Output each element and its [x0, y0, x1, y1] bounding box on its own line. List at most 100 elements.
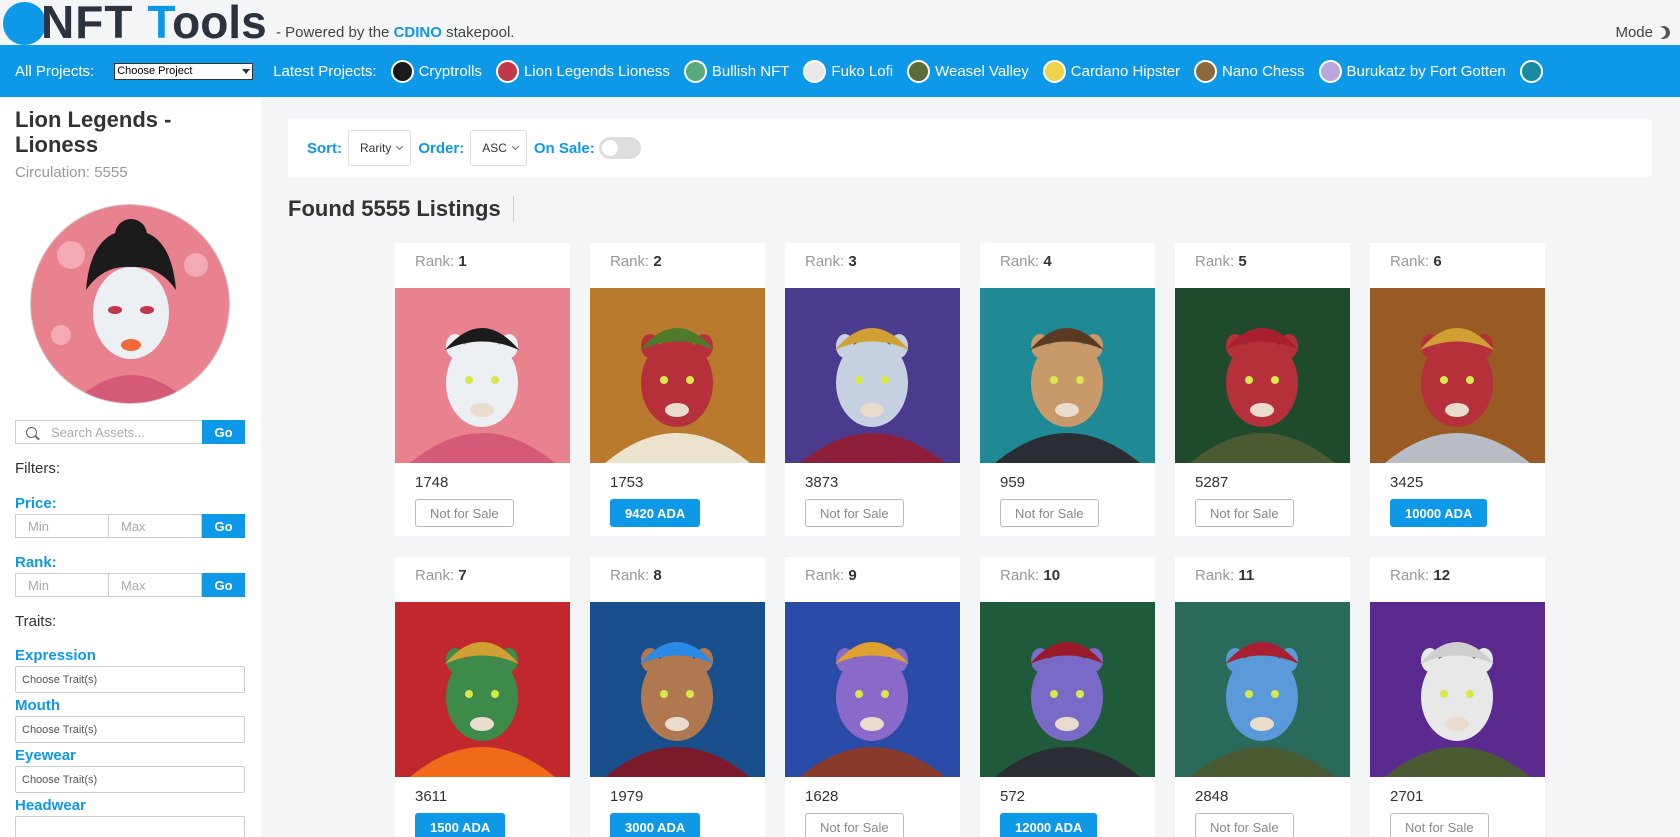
rank-text: Rank: 7 [415, 567, 467, 584]
asset-number: 1748 [415, 474, 449, 491]
price-button[interactable]: 9420 ADA [610, 499, 701, 527]
nft-image[interactable] [1370, 288, 1545, 463]
not-for-sale-button[interactable]: Not for Sale [805, 499, 904, 527]
not-for-sale-button[interactable]: Not for Sale [1390, 813, 1489, 837]
nft-image[interactable] [395, 288, 570, 463]
nft-image[interactable] [590, 288, 765, 463]
listing-card[interactable]: Rank: 2 1753 9420 ADA [590, 243, 765, 536]
asset-number: 959 [1000, 474, 1026, 491]
price-min-input[interactable]: Min [15, 514, 109, 538]
nft-image[interactable] [1175, 602, 1350, 777]
nft-image[interactable] [785, 288, 960, 463]
project-avatar-icon [1519, 59, 1543, 83]
rank-go-button[interactable]: Go [202, 573, 245, 597]
project-avatar-icon [1042, 59, 1066, 83]
trait-headwear-select[interactable] [15, 816, 245, 837]
price-button[interactable]: 10000 ADA [1390, 499, 1488, 527]
trait-eyewear-select[interactable]: Choose Trait(s) [15, 766, 245, 793]
rank-max-input[interactable]: Max [109, 573, 202, 597]
listing-card[interactable]: Rank: 10 572 12000 ADA [980, 557, 1155, 837]
traits-label: Traits: [15, 613, 57, 630]
listing-card[interactable]: Rank: 12 2701 Not for Sale [1370, 557, 1545, 837]
project-name: Cryptrolls [418, 62, 482, 80]
price-button[interactable]: 1500 ADA [415, 813, 506, 837]
latest-projects-label: Latest Projects: [273, 62, 377, 80]
not-for-sale-button[interactable]: Not for Sale [415, 499, 514, 527]
mode-toggle[interactable]: Mode [1615, 24, 1670, 41]
trait-expression-select[interactable]: Choose Trait(s) [15, 666, 245, 693]
nft-image[interactable] [590, 602, 765, 777]
not-for-sale-button[interactable]: Not for Sale [1195, 813, 1294, 837]
price-button[interactable]: 3000 ADA [610, 813, 701, 837]
project-item[interactable]: Cardano Hipster [1042, 59, 1180, 83]
project-item[interactable]: Burukatz by Fort Gotten [1318, 59, 1506, 83]
price-label: Price: [15, 495, 57, 512]
nft-image[interactable] [980, 288, 1155, 463]
more-projects-item[interactable] [1519, 59, 1548, 83]
listing-card[interactable]: Rank: 1 1748 Not for Sale [395, 243, 570, 536]
rank-text: Rank: 6 [1390, 253, 1442, 270]
not-for-sale-button[interactable]: Not for Sale [1000, 499, 1099, 527]
project-avatar-icon [390, 59, 414, 83]
nft-image[interactable] [785, 602, 960, 777]
search-icon [26, 426, 37, 438]
project-item[interactable]: Fuko Lofi [803, 59, 893, 83]
search-go-button[interactable]: Go [202, 420, 245, 444]
rank-range: Min Max Go [15, 573, 245, 597]
trait-mouth-select[interactable]: Choose Trait(s) [15, 716, 245, 743]
not-for-sale-button[interactable]: Not for Sale [1195, 499, 1294, 527]
asset-number: 3425 [1390, 474, 1424, 491]
listing-card[interactable]: Rank: 5 5287 Not for Sale [1175, 243, 1350, 536]
logo[interactable]: NFT Tools [3, 0, 267, 45]
logo-circle-icon [3, 2, 46, 45]
listing-card[interactable]: Rank: 11 2848 Not for Sale [1175, 557, 1350, 837]
listing-card[interactable]: Rank: 6 3425 10000 ADA [1370, 243, 1545, 536]
listing-card[interactable]: Rank: 4 959 Not for Sale [980, 243, 1155, 536]
listing-card[interactable]: Rank: 3 3873 Not for Sale [785, 243, 960, 536]
price-button[interactable]: 12000 ADA [1000, 813, 1098, 837]
sort-filter-bar: Sort: Rarity Order: ASC On Sale: [288, 119, 1652, 177]
project-item[interactable]: Lion Legends Lioness [495, 59, 670, 83]
price-max-input[interactable]: Max [109, 514, 202, 538]
nft-image[interactable] [1175, 288, 1350, 463]
latest-projects-list: Cryptrolls Lion Legends Lioness Bullish NF… [377, 59, 1506, 83]
filters-label: Filters: [15, 460, 60, 477]
chevron-down-icon [511, 142, 519, 151]
project-select[interactable]: Choose Project [114, 62, 254, 80]
asset-number: 3873 [805, 474, 839, 491]
price-range: Min Max Go [15, 514, 245, 538]
cdino-link[interactable]: CDINO [394, 24, 442, 41]
project-item[interactable]: Cryptrolls [390, 59, 482, 83]
nft-image[interactable] [395, 602, 570, 777]
nft-image[interactable] [980, 602, 1155, 777]
mode-label: Mode [1615, 24, 1653, 41]
project-item[interactable]: Nano Chess [1193, 59, 1305, 83]
price-go-button[interactable]: Go [202, 514, 245, 538]
all-projects-label: All Projects: [15, 62, 95, 80]
circulation-text: Circulation: 5555 [15, 164, 128, 181]
sort-select[interactable]: Rarity [348, 130, 412, 166]
nft-image[interactable] [1370, 602, 1545, 777]
project-item[interactable]: Bullish NFT [683, 59, 789, 83]
sort-label: Sort: [307, 139, 342, 157]
rank-text: Rank: 1 [415, 253, 467, 270]
listing-card[interactable]: Rank: 7 3611 1500 ADA [395, 557, 570, 837]
on-sale-label: On Sale: [533, 139, 595, 157]
rank-min-input[interactable]: Min [15, 573, 109, 597]
rank-text: Rank: 4 [1000, 253, 1052, 270]
trait-mouth-label: Mouth [15, 697, 60, 714]
trait-eyewear-label: Eyewear [15, 747, 76, 764]
rank-text: Rank: 5 [1195, 253, 1247, 270]
asset-number: 1628 [805, 788, 839, 805]
search-input[interactable]: Search Assets... [15, 420, 202, 444]
listing-card[interactable]: Rank: 8 1979 3000 ADA [590, 557, 765, 837]
order-label: Order: [418, 139, 465, 157]
collection-title: Lion Legends - Lioness [15, 107, 172, 157]
not-for-sale-button[interactable]: Not for Sale [805, 813, 904, 837]
asset-number: 1979 [610, 788, 644, 805]
project-item[interactable]: Weasel Valley [907, 59, 1029, 83]
listing-card[interactable]: Rank: 9 1628 Not for Sale [785, 557, 960, 837]
on-sale-toggle[interactable] [598, 137, 641, 159]
order-select[interactable]: ASC [470, 130, 527, 166]
project-avatar-icon [1193, 59, 1217, 83]
